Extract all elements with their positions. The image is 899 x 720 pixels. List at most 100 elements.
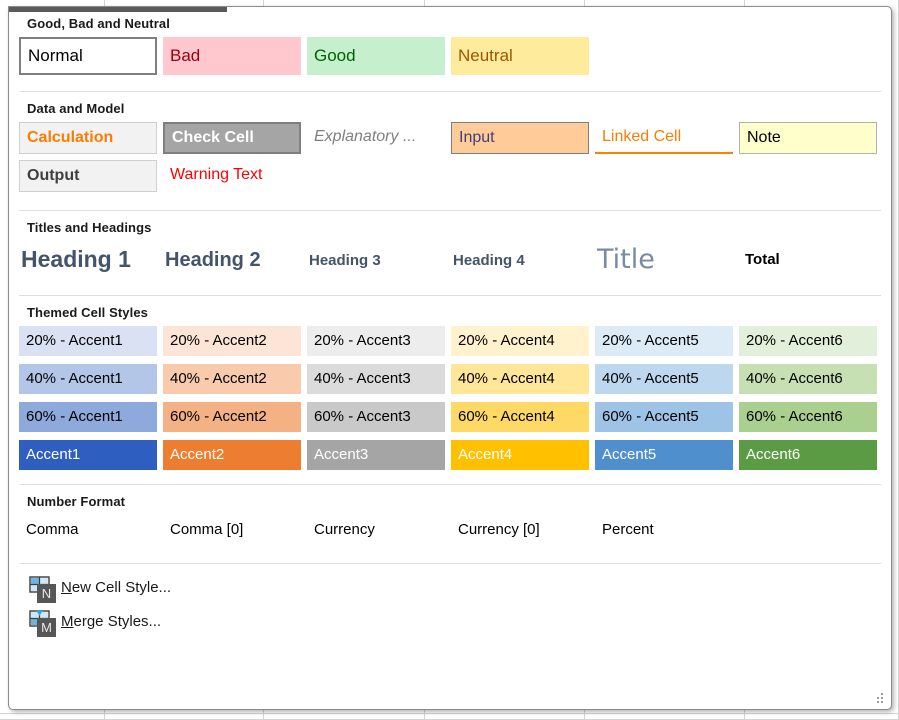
style-cell-calculation[interactable]: Calculation bbox=[19, 122, 163, 154]
style-cell-heading-3[interactable]: Heading 3 bbox=[307, 241, 451, 281]
style-swatch-40-accent6[interactable]: 40% - Accent6 bbox=[739, 364, 877, 394]
style-row: Calculation Check Cell Explanatory ... I… bbox=[9, 122, 891, 154]
style-cell-accent1[interactable]: Accent1 bbox=[19, 440, 163, 470]
style-swatch-currency[interactable]: Currency bbox=[307, 515, 445, 545]
style-swatch-normal[interactable]: Normal bbox=[19, 37, 157, 75]
style-cell-20-accent4[interactable]: 20% - Accent4 bbox=[451, 326, 595, 356]
style-swatch-60-accent4[interactable]: 60% - Accent4 bbox=[451, 402, 589, 432]
resize-grip[interactable] bbox=[874, 692, 884, 702]
style-swatch-accent3[interactable]: Accent3 bbox=[307, 440, 445, 470]
style-cell-40-accent3[interactable]: 40% - Accent3 bbox=[307, 364, 451, 394]
style-swatch-accent5[interactable]: Accent5 bbox=[595, 440, 733, 470]
style-cell-40-accent6[interactable]: 40% - Accent6 bbox=[739, 364, 883, 394]
merge-styles-command[interactable]: M Merge Styles... bbox=[27, 604, 891, 638]
style-swatch-linked-cell[interactable]: Linked Cell bbox=[595, 122, 733, 154]
style-swatch-accent1[interactable]: Accent1 bbox=[19, 440, 157, 470]
style-cell-60-accent4[interactable]: 60% - Accent4 bbox=[451, 402, 595, 432]
style-swatch-60-accent5[interactable]: 60% - Accent5 bbox=[595, 402, 733, 432]
style-swatch-output[interactable]: Output bbox=[19, 160, 157, 192]
style-swatch-40-accent1[interactable]: 40% - Accent1 bbox=[19, 364, 157, 394]
style-swatch-20-accent6[interactable]: 20% - Accent6 bbox=[739, 326, 877, 356]
style-cell-accent2[interactable]: Accent2 bbox=[163, 440, 307, 470]
style-cell-check-cell[interactable]: Check Cell bbox=[163, 122, 307, 154]
style-cell-40-accent2[interactable]: 40% - Accent2 bbox=[163, 364, 307, 394]
style-cell-60-accent5[interactable]: 60% - Accent5 bbox=[595, 402, 739, 432]
style-cell-comma-0[interactable]: Comma [0] bbox=[163, 515, 307, 545]
style-cell-warning-text[interactable]: Warning Text bbox=[163, 160, 307, 192]
style-cell-60-accent2[interactable]: 60% - Accent2 bbox=[163, 402, 307, 432]
style-swatch-heading-3[interactable]: Heading 3 bbox=[307, 241, 445, 281]
style-swatch-40-accent4[interactable]: 40% - Accent4 bbox=[451, 364, 589, 394]
style-cell-title[interactable]: Title bbox=[595, 241, 739, 281]
cell-styles-gallery[interactable]: Good, Bad and Neutral Normal Bad Good Ne… bbox=[8, 6, 892, 710]
style-swatch-20-accent4[interactable]: 20% - Accent4 bbox=[451, 326, 589, 356]
new-cell-style-command[interactable]: N New Cell Style... bbox=[27, 570, 891, 604]
style-swatch-heading-2[interactable]: Heading 2 bbox=[163, 241, 301, 281]
style-swatch-20-accent1[interactable]: 20% - Accent1 bbox=[19, 326, 157, 356]
style-swatch-check-cell[interactable]: Check Cell bbox=[163, 122, 301, 154]
style-cell-total[interactable]: Total bbox=[739, 241, 883, 281]
style-swatch-40-accent2[interactable]: 40% - Accent2 bbox=[163, 364, 301, 394]
style-cell-currency[interactable]: Currency bbox=[307, 515, 451, 545]
style-cell-heading-2[interactable]: Heading 2 bbox=[163, 241, 307, 281]
style-row: Accent1 Accent2 Accent3 Accent4 Accent5 … bbox=[9, 440, 891, 470]
style-cell-currency-0[interactable]: Currency [0] bbox=[451, 515, 595, 545]
style-cell-accent5[interactable]: Accent5 bbox=[595, 440, 739, 470]
style-cell-heading-4[interactable]: Heading 4 bbox=[451, 241, 595, 281]
style-cell-20-accent6[interactable]: 20% - Accent6 bbox=[739, 326, 883, 356]
style-cell-bad[interactable]: Bad bbox=[163, 37, 307, 75]
style-cell-20-accent3[interactable]: 20% - Accent3 bbox=[307, 326, 451, 356]
style-cell-input[interactable]: Input bbox=[451, 122, 595, 154]
style-cell-note[interactable]: Note bbox=[739, 122, 883, 154]
style-swatch-good[interactable]: Good bbox=[307, 37, 445, 75]
style-swatch-bad[interactable]: Bad bbox=[163, 37, 301, 75]
style-cell-60-accent3[interactable]: 60% - Accent3 bbox=[307, 402, 451, 432]
style-cell-neutral[interactable]: Neutral bbox=[451, 37, 595, 75]
style-cell-comma[interactable]: Comma bbox=[19, 515, 163, 545]
style-cell-accent4[interactable]: Accent4 bbox=[451, 440, 595, 470]
style-swatch-input[interactable]: Input bbox=[451, 122, 589, 154]
style-swatch-percent[interactable]: Percent bbox=[595, 515, 733, 545]
style-swatch-20-accent3[interactable]: 20% - Accent3 bbox=[307, 326, 445, 356]
style-cell-good[interactable]: Good bbox=[307, 37, 451, 75]
style-cell-20-accent1[interactable]: 20% - Accent1 bbox=[19, 326, 163, 356]
style-swatch-note[interactable]: Note bbox=[739, 122, 877, 154]
style-swatch-accent6[interactable]: Accent6 bbox=[739, 440, 877, 470]
style-cell-20-accent5[interactable]: 20% - Accent5 bbox=[595, 326, 739, 356]
style-cell-heading-1[interactable]: Heading 1 bbox=[19, 241, 163, 281]
style-swatch-title[interactable]: Title bbox=[595, 241, 733, 281]
style-swatch-40-accent3[interactable]: 40% - Accent3 bbox=[307, 364, 445, 394]
style-swatch-comma[interactable]: Comma bbox=[19, 515, 157, 545]
style-cell-output[interactable]: Output bbox=[19, 160, 163, 192]
style-swatch-heading-4[interactable]: Heading 4 bbox=[451, 241, 589, 281]
style-cell-normal[interactable]: Normal bbox=[19, 37, 163, 75]
style-cell-40-accent5[interactable]: 40% - Accent5 bbox=[595, 364, 739, 394]
style-swatch-20-accent2[interactable]: 20% - Accent2 bbox=[163, 326, 301, 356]
style-swatch-40-accent5[interactable]: 40% - Accent5 bbox=[595, 364, 733, 394]
style-swatch-explanatory-text[interactable]: Explanatory ... bbox=[307, 122, 445, 154]
style-swatch-accent4[interactable]: Accent4 bbox=[451, 440, 589, 470]
style-swatch-60-accent3[interactable]: 60% - Accent3 bbox=[307, 402, 445, 432]
style-swatch-warning-text[interactable]: Warning Text bbox=[163, 160, 301, 192]
style-swatch-60-accent6[interactable]: 60% - Accent6 bbox=[739, 402, 877, 432]
style-cell-percent[interactable]: Percent bbox=[595, 515, 739, 545]
style-swatch-60-accent2[interactable]: 60% - Accent2 bbox=[163, 402, 301, 432]
style-swatch-accent2[interactable]: Accent2 bbox=[163, 440, 301, 470]
style-swatch-total[interactable]: Total bbox=[739, 241, 877, 281]
style-swatch-20-accent5[interactable]: 20% - Accent5 bbox=[595, 326, 733, 356]
style-swatch-heading-1[interactable]: Heading 1 bbox=[19, 241, 157, 281]
style-swatch-calculation[interactable]: Calculation bbox=[19, 122, 157, 154]
style-cell-accent3[interactable]: Accent3 bbox=[307, 440, 451, 470]
style-swatch-comma-0[interactable]: Comma [0] bbox=[163, 515, 301, 545]
style-cell-linked-cell[interactable]: Linked Cell bbox=[595, 122, 739, 154]
style-cell-40-accent1[interactable]: 40% - Accent1 bbox=[19, 364, 163, 394]
style-swatch-60-accent1[interactable]: 60% - Accent1 bbox=[19, 402, 157, 432]
style-cell-60-accent6[interactable]: 60% - Accent6 bbox=[739, 402, 883, 432]
style-cell-accent6[interactable]: Accent6 bbox=[739, 440, 883, 470]
style-cell-60-accent1[interactable]: 60% - Accent1 bbox=[19, 402, 163, 432]
style-cell-20-accent2[interactable]: 20% - Accent2 bbox=[163, 326, 307, 356]
style-swatch-currency-0[interactable]: Currency [0] bbox=[451, 515, 589, 545]
style-cell-explanatory-text[interactable]: Explanatory ... bbox=[307, 122, 451, 154]
style-cell-40-accent4[interactable]: 40% - Accent4 bbox=[451, 364, 595, 394]
style-swatch-neutral[interactable]: Neutral bbox=[451, 37, 589, 75]
